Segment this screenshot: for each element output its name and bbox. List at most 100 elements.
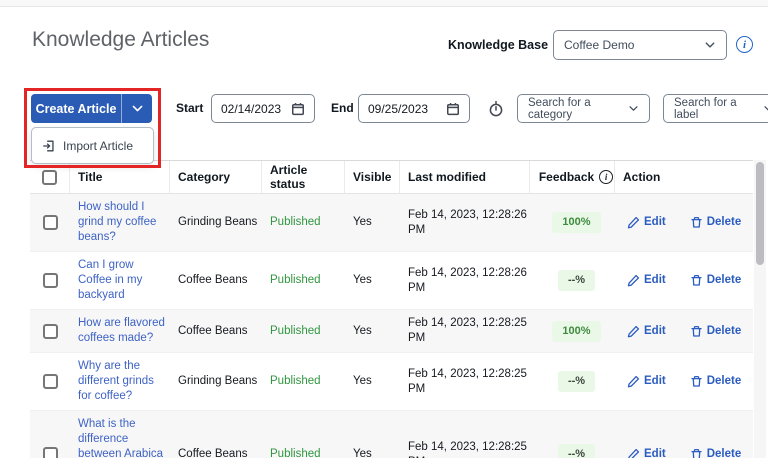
feedback-cell: --% bbox=[530, 270, 615, 291]
edit-label: Edit bbox=[644, 274, 666, 286]
action-cell: Edit Delete bbox=[615, 215, 753, 230]
delete-label: Delete bbox=[706, 216, 742, 228]
category-cell: Grinding Beans bbox=[178, 216, 258, 228]
visible-cell: Yes bbox=[353, 324, 372, 337]
edit-label: Edit bbox=[644, 216, 666, 228]
article-title-link[interactable]: How should I grind my coffee beans? bbox=[78, 201, 156, 243]
feedback-header-label: Feedback bbox=[538, 170, 595, 184]
edit-label: Edit bbox=[644, 324, 666, 337]
title-cell: How are flavored coffees made? bbox=[70, 310, 170, 352]
column-header-status: Article status bbox=[262, 161, 345, 193]
visible-cell: Yes bbox=[353, 216, 372, 228]
menu-item-import-article[interactable]: Import Article bbox=[63, 139, 133, 153]
knowledge-base-select[interactable]: Coffee Demo bbox=[553, 30, 727, 60]
pencil-icon bbox=[627, 274, 640, 287]
article-title-link[interactable]: Why are the different grinds for coffee? bbox=[78, 360, 154, 402]
action-cell: Edit Delete bbox=[615, 374, 753, 389]
category-cell: Grinding Beans bbox=[178, 375, 258, 387]
feedback-info-icon[interactable]: i bbox=[599, 170, 614, 184]
table-row: How should I grind my coffee beans? Grin… bbox=[30, 194, 753, 252]
category-filter-placeholder: Search for a category bbox=[528, 96, 591, 121]
end-date-value: 09/25/2023 bbox=[368, 101, 429, 116]
action-cell: Edit Delete bbox=[615, 324, 753, 339]
modified-cell: Feb 14, 2023, 12:28:25 PM bbox=[408, 367, 527, 395]
clock-history-icon[interactable] bbox=[487, 100, 505, 118]
category-cell: Coffee Beans bbox=[178, 274, 248, 286]
end-date-input[interactable]: 09/25/2023 bbox=[358, 94, 470, 123]
label-filter-select[interactable]: Search for a label bbox=[663, 94, 768, 123]
feedback-cell: 100% bbox=[530, 320, 615, 342]
knowledge-base-info-icon[interactable]: i bbox=[736, 36, 753, 53]
status-cell: Published bbox=[270, 274, 321, 286]
edit-button[interactable]: Edit bbox=[627, 324, 666, 339]
trash-icon bbox=[690, 216, 703, 229]
knowledge-articles-page: Knowledge Articles Knowledge Base Coffee… bbox=[0, 0, 768, 458]
action-cell: Edit Delete bbox=[615, 273, 753, 288]
edit-button[interactable]: Edit bbox=[627, 215, 666, 230]
feedback-cell: --% bbox=[530, 444, 615, 458]
column-header-title: Title bbox=[70, 161, 170, 193]
row-checkbox-cell bbox=[30, 447, 70, 458]
feedback-badge: 100% bbox=[552, 212, 601, 233]
row-checkbox-cell bbox=[30, 374, 70, 389]
row-checkbox[interactable] bbox=[42, 323, 58, 339]
create-article-dropdown-menu: Import Article bbox=[31, 127, 154, 164]
table-body: How should I grind my coffee beans? Grin… bbox=[30, 194, 753, 458]
delete-button[interactable]: Delete bbox=[690, 447, 741, 458]
article-title-link[interactable]: What is the difference between Arabica a… bbox=[78, 418, 163, 458]
article-title-link[interactable]: How are flavored coffees made? bbox=[78, 317, 165, 344]
delete-button[interactable]: Delete bbox=[690, 374, 742, 389]
modified-cell: Feb 14, 2023, 12:28:25 PM bbox=[408, 440, 527, 458]
table-header-row: Title Category Article status Visible La… bbox=[30, 161, 753, 194]
title-cell: What is the difference between Arabica a… bbox=[70, 411, 170, 458]
column-header-visible: Visible bbox=[345, 161, 400, 193]
category-filter-select[interactable]: Search for a category bbox=[517, 94, 650, 123]
status-cell: Published bbox=[270, 324, 321, 337]
chevron-down-icon bbox=[704, 39, 716, 51]
delete-button[interactable]: Delete bbox=[690, 215, 742, 230]
pencil-icon bbox=[627, 375, 640, 388]
edit-button[interactable]: Edit bbox=[627, 273, 666, 288]
row-checkbox-cell bbox=[30, 273, 70, 288]
chevron-down-icon bbox=[628, 103, 639, 114]
create-article-button[interactable]: Create Article bbox=[31, 94, 121, 123]
end-date-label: End bbox=[331, 101, 354, 115]
pencil-icon bbox=[627, 216, 640, 229]
visible-cell: Yes bbox=[353, 375, 372, 387]
row-checkbox[interactable] bbox=[42, 273, 58, 288]
calendar-icon[interactable] bbox=[291, 102, 305, 116]
row-checkbox[interactable] bbox=[42, 215, 58, 230]
category-cell: Coffee Beans bbox=[178, 324, 248, 337]
feedback-badge: --% bbox=[557, 270, 596, 291]
scrollbar-thumb[interactable] bbox=[756, 162, 764, 265]
article-title-link[interactable]: Can I grow Coffee in my backyard bbox=[78, 259, 142, 301]
row-checkbox[interactable] bbox=[42, 447, 58, 458]
create-article-split-button[interactable]: Create Article bbox=[31, 94, 152, 123]
row-checkbox-cell bbox=[30, 323, 70, 339]
row-checkbox[interactable] bbox=[42, 374, 58, 389]
delete-button[interactable]: Delete bbox=[690, 273, 741, 288]
title-cell: Can I grow Coffee in my backyard bbox=[70, 252, 170, 309]
label-filter-placeholder: Search for a label bbox=[674, 96, 737, 121]
import-icon bbox=[42, 139, 56, 153]
title-cell: Why are the different grinds for coffee? bbox=[70, 353, 170, 410]
status-cell: Published bbox=[270, 216, 321, 228]
articles-table: Title Category Article status Visible La… bbox=[30, 160, 753, 458]
start-date-label: Start bbox=[176, 101, 204, 115]
column-header-category: Category bbox=[170, 161, 262, 193]
select-all-checkbox[interactable] bbox=[42, 169, 57, 185]
edit-button[interactable]: Edit bbox=[627, 447, 666, 458]
page-title: Knowledge Articles bbox=[32, 28, 210, 51]
trash-icon bbox=[690, 448, 703, 458]
visible-cell: Yes bbox=[353, 448, 372, 458]
calendar-icon[interactable] bbox=[446, 102, 460, 116]
delete-label: Delete bbox=[706, 375, 742, 387]
start-date-input[interactable]: 02/14/2023 bbox=[211, 94, 315, 123]
edit-button[interactable]: Edit bbox=[627, 374, 666, 389]
delete-button[interactable]: Delete bbox=[690, 324, 741, 339]
feedback-badge: --% bbox=[557, 371, 596, 392]
create-article-caret-button[interactable] bbox=[121, 94, 152, 123]
table-row: How are flavored coffees made? Coffee Be… bbox=[30, 310, 753, 353]
table-row: Can I grow Coffee in my backyard Coffee … bbox=[30, 252, 753, 310]
trash-icon bbox=[690, 274, 703, 287]
